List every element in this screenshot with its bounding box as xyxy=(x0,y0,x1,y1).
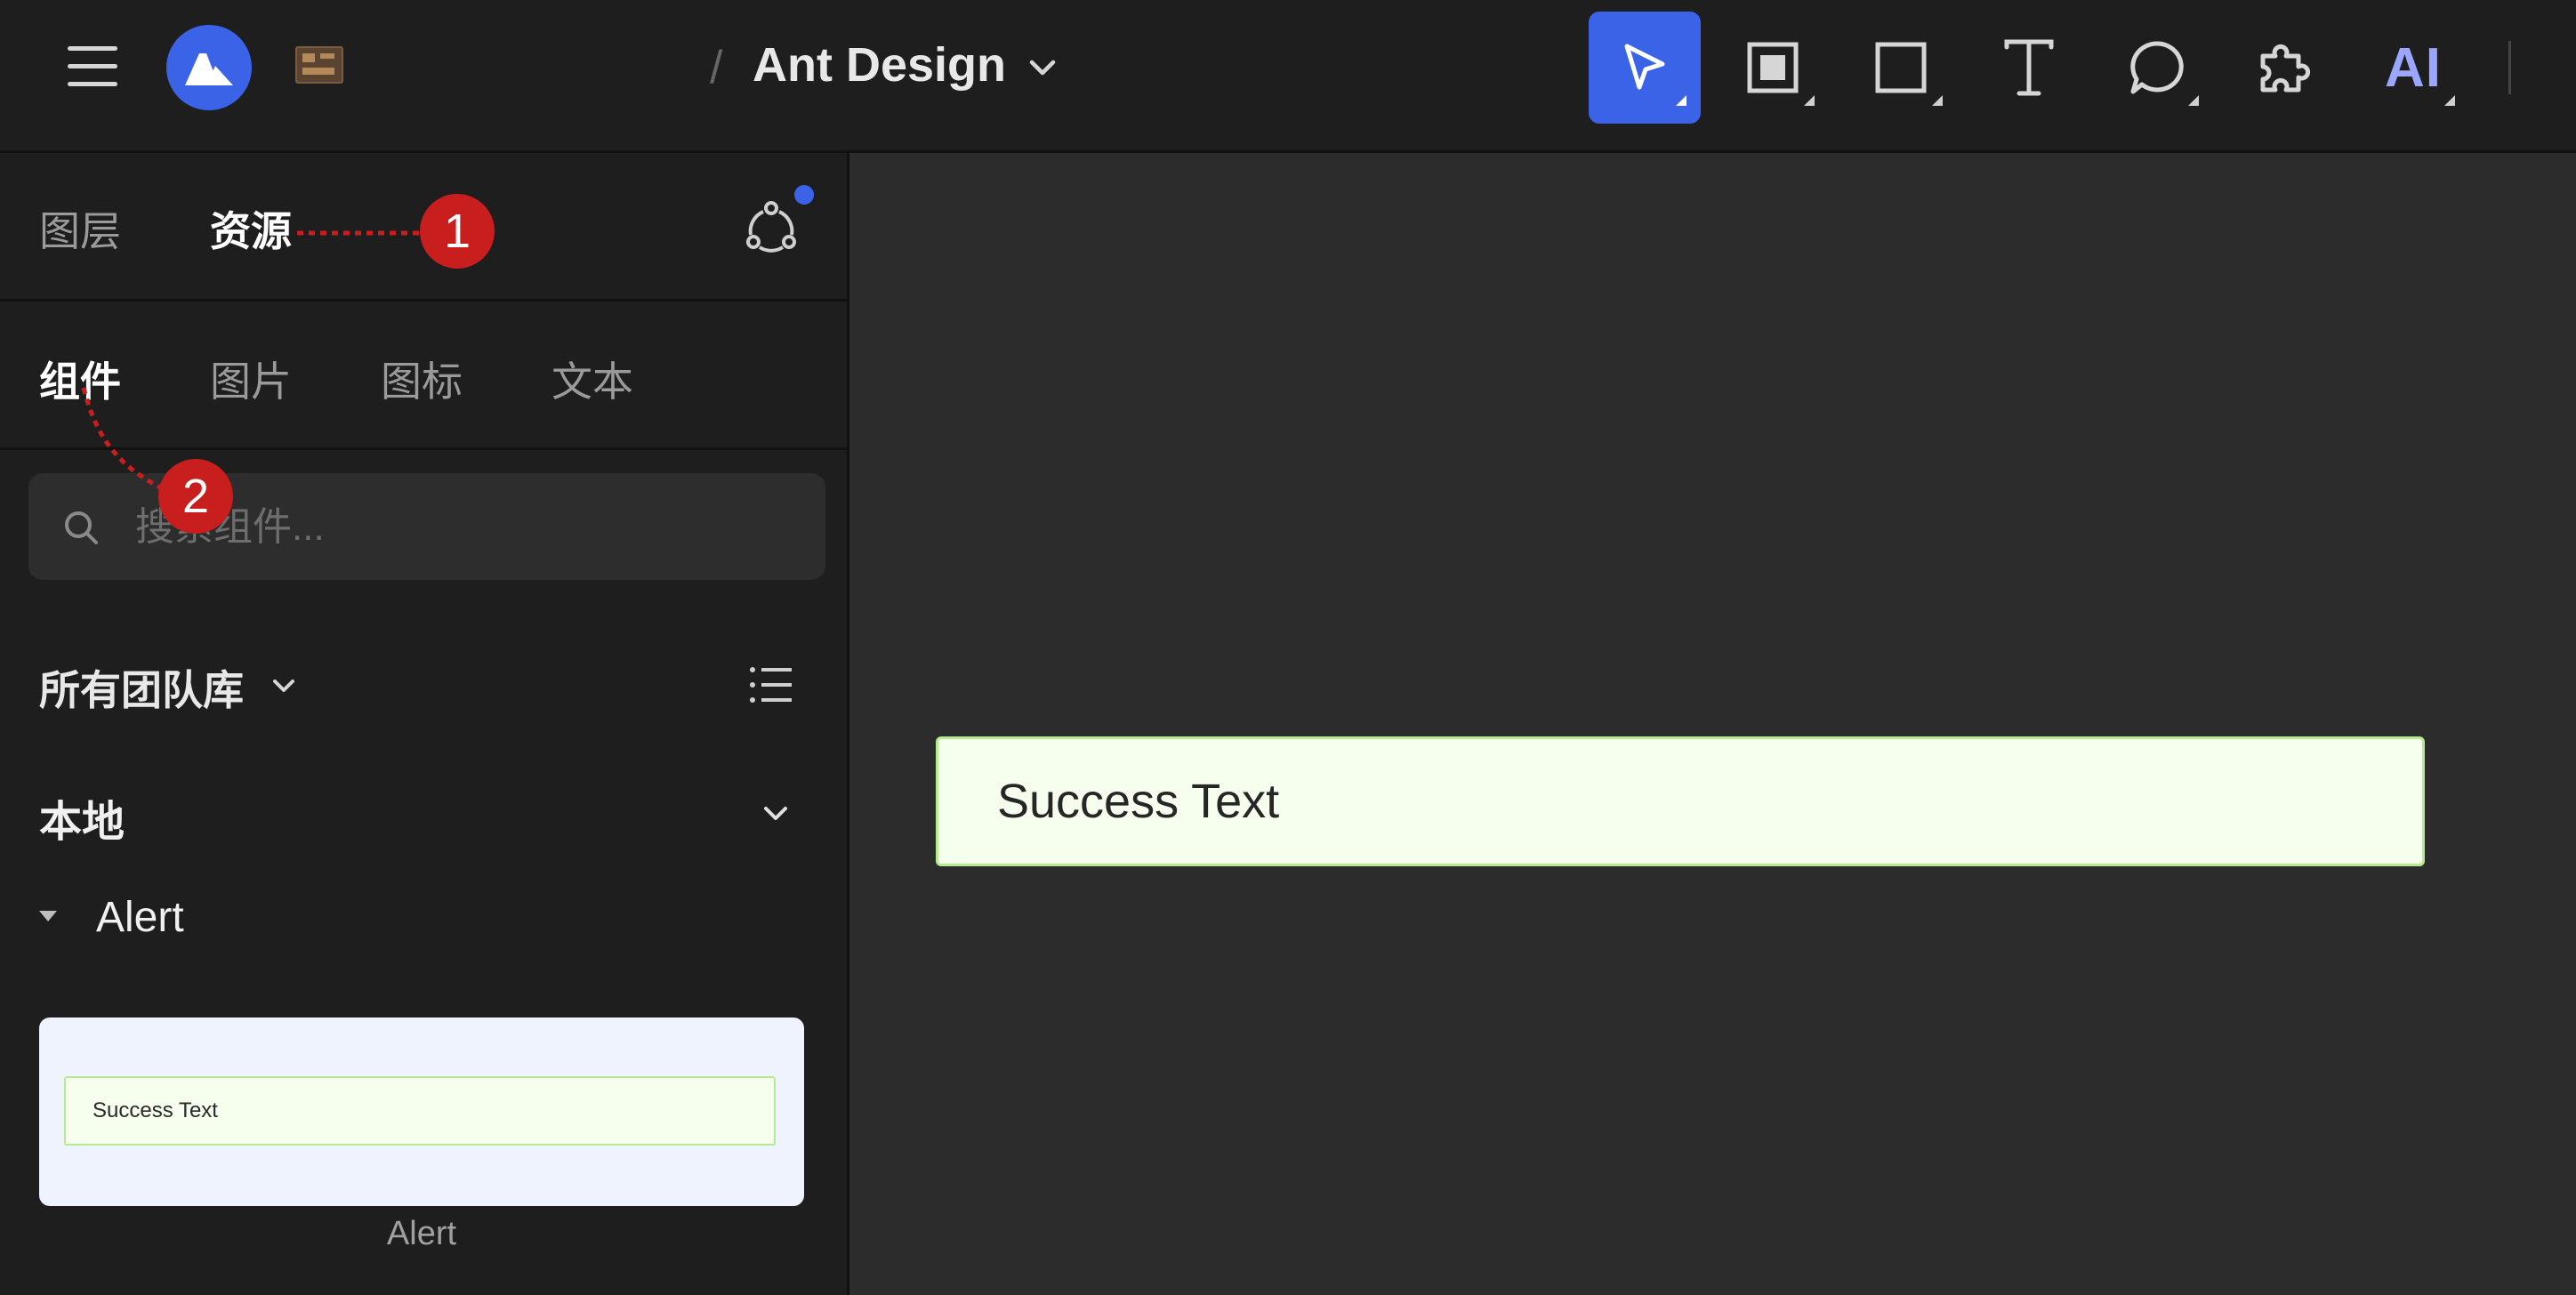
logo-mark-icon xyxy=(185,53,233,85)
plugin-tool-button[interactable] xyxy=(2229,12,2341,124)
annotation-badge-2: 2 xyxy=(158,459,233,534)
component-group-title: Alert xyxy=(96,894,184,941)
frame-tool-button[interactable] xyxy=(1717,12,1829,124)
tab-icons[interactable]: 图标 xyxy=(381,350,463,408)
file-thumbnail-icon[interactable] xyxy=(295,46,343,84)
tab-text[interactable]: 文本 xyxy=(551,350,633,408)
puzzle-icon xyxy=(2260,44,2311,92)
chevron-down-icon[interactable] xyxy=(269,671,299,701)
tab-assets[interactable]: 资源 xyxy=(210,199,292,258)
canvas-alert-component[interactable]: Success Text xyxy=(936,736,2425,866)
tab-components[interactable]: 组件 xyxy=(39,350,121,408)
assets-sidebar: 图层 资源 组件 图片 图标 文本 所有团队库 本地 Alert xyxy=(0,153,849,1295)
text-icon xyxy=(2004,39,2054,96)
tab-images[interactable]: 图片 xyxy=(210,350,292,408)
ai-tool-button[interactable]: AI xyxy=(2357,12,2469,124)
local-section-title: 本地 xyxy=(39,799,125,846)
top-toolbar: / Ant Design AI xyxy=(0,0,2576,153)
search-input[interactable] xyxy=(133,495,795,560)
component-card-label: Alert xyxy=(386,1215,457,1252)
document-title[interactable]: Ant Design xyxy=(753,37,1006,92)
community-icon[interactable] xyxy=(745,199,797,254)
frame-icon xyxy=(1747,42,1799,93)
rectangle-tool-button[interactable] xyxy=(1845,12,1957,124)
rectangle-icon xyxy=(1875,42,1927,93)
select-tool-button[interactable] xyxy=(1589,12,1701,124)
search-icon xyxy=(65,511,98,544)
text-tool-button[interactable] xyxy=(1973,12,2085,124)
app-logo[interactable] xyxy=(166,25,252,110)
chevron-down-icon[interactable] xyxy=(760,797,792,829)
component-search[interactable] xyxy=(28,473,825,580)
breadcrumb-separator: / xyxy=(710,42,723,93)
comment-tool-button[interactable] xyxy=(2101,12,2213,124)
toolbar-divider xyxy=(2508,41,2511,94)
component-card-alert[interactable]: Success Text xyxy=(39,1017,804,1206)
chevron-down-icon[interactable] xyxy=(1025,50,1060,85)
notification-dot xyxy=(794,185,814,205)
library-selector[interactable]: 所有团队库 xyxy=(39,658,244,717)
secondary-tabs: 组件 图片 图标 文本 xyxy=(0,302,847,450)
list-view-icon[interactable] xyxy=(749,665,792,704)
ai-label: AI xyxy=(2385,36,2442,99)
menu-icon[interactable] xyxy=(68,46,117,87)
component-preview: Success Text xyxy=(64,1076,776,1146)
annotation-badge-1: 1 xyxy=(420,194,495,269)
comment-icon xyxy=(2130,41,2184,94)
pointer-icon xyxy=(1624,44,1665,90)
tab-layers[interactable]: 图层 xyxy=(39,199,121,258)
caret-down-icon xyxy=(39,911,57,921)
